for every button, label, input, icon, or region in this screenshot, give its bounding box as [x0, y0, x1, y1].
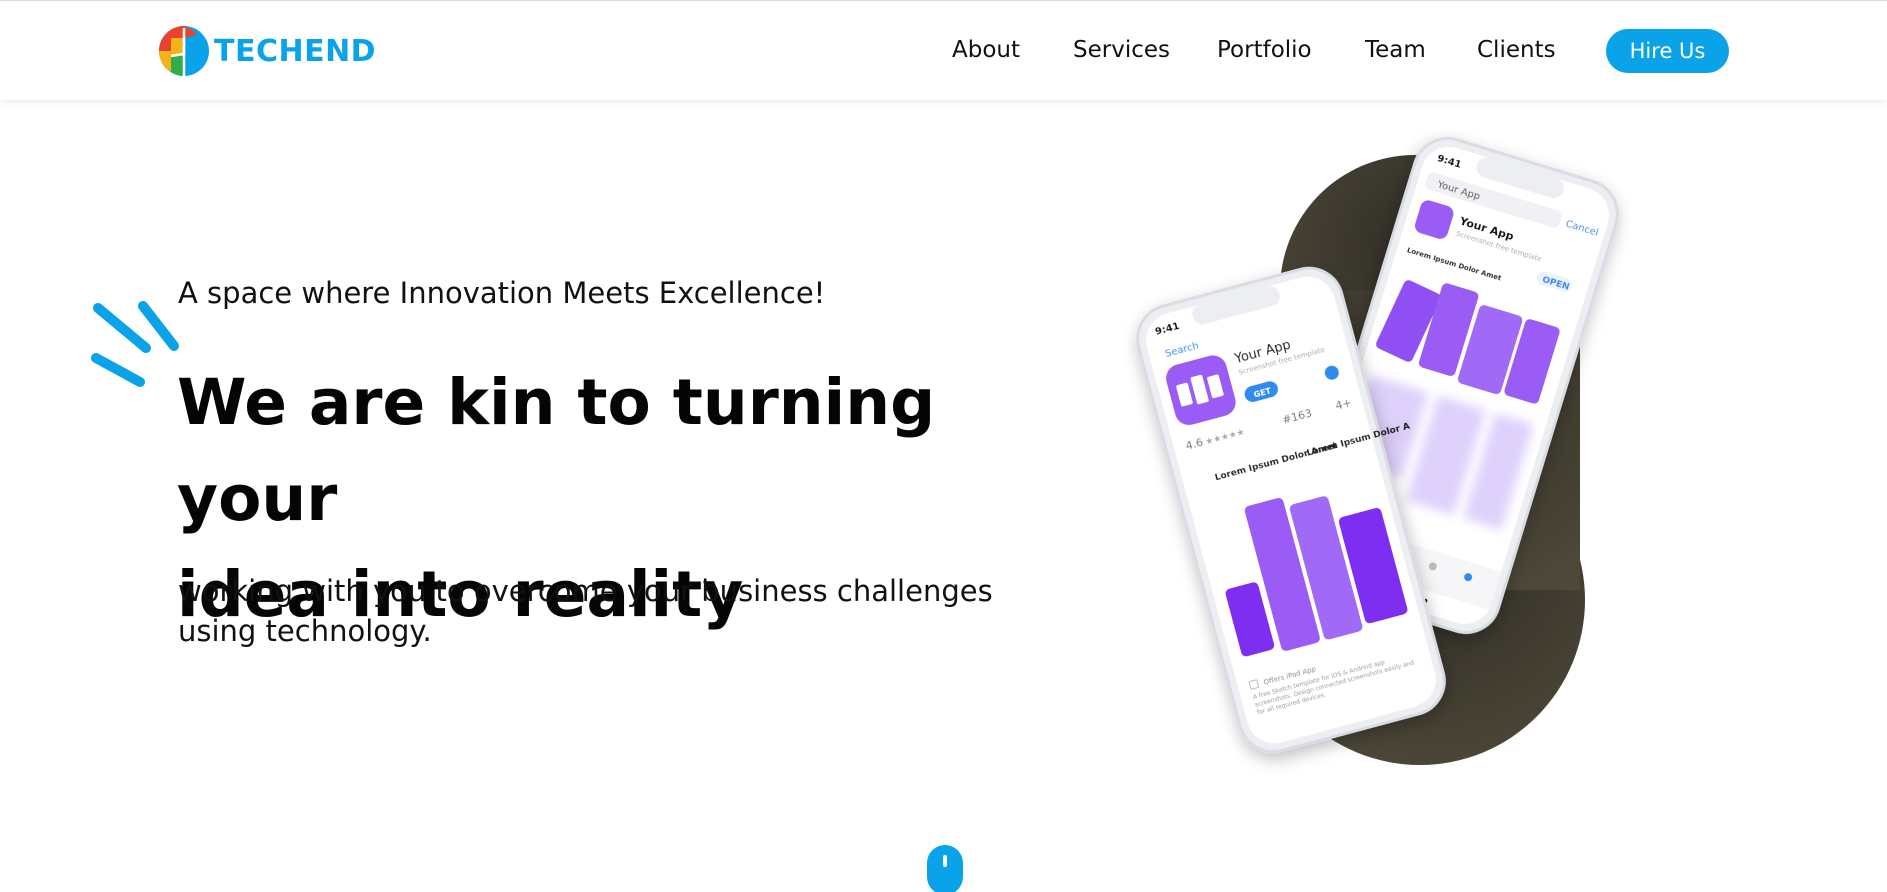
hero-headline-line-1: We are kin to turning your — [177, 366, 936, 535]
nav-clients[interactable]: Clients — [1477, 37, 1556, 63]
scroll-down-mouse-icon[interactable] — [927, 845, 963, 892]
spark-lines-decoration — [91, 301, 179, 387]
nav-about[interactable]: About — [952, 37, 1020, 63]
site-header: TECHEND About Services Portfolio Team Cl… — [0, 0, 1887, 100]
logo-icon — [159, 26, 209, 76]
nav-services[interactable]: Services — [1073, 37, 1170, 63]
nav-portfolio[interactable]: Portfolio — [1217, 37, 1312, 63]
scroll-wheel — [943, 855, 947, 867]
hire-us-button[interactable]: Hire Us — [1606, 29, 1729, 73]
brand-logo[interactable]: TECHEND — [157, 24, 376, 78]
hero-subtext-line-1: working with you to overcome your busine… — [178, 574, 993, 608]
brand-name: TECHEND — [214, 33, 377, 69]
nav-team[interactable]: Team — [1365, 37, 1426, 63]
hero-tagline: A space where Innovation Meets Excellenc… — [178, 276, 826, 310]
phone-mockup-illustration: 9:41 Your App Cancel Your App Screenshot… — [1136, 136, 1619, 765]
hero-subtext-line-2: using technology. — [178, 614, 432, 648]
hero-subtext: working with you to overcome your busine… — [178, 571, 1078, 651]
